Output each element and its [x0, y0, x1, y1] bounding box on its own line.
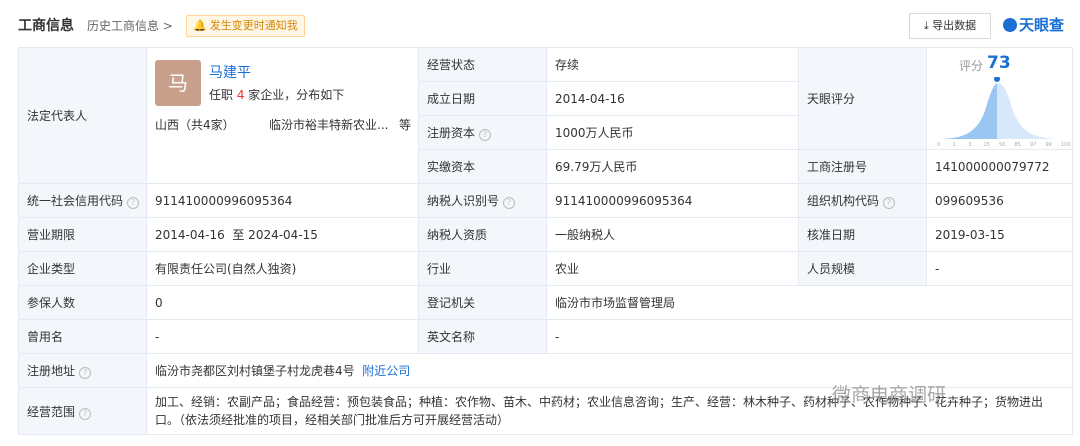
score-tick-label: 99 — [1046, 142, 1052, 147]
org-value: 099609536 — [926, 183, 1073, 218]
score-tick-label: 15 — [984, 142, 990, 147]
help-icon[interactable]: ? — [479, 129, 492, 141]
credit-label: 统一社会信用代码? — [18, 183, 147, 218]
export-button[interactable]: ⤓ 导出数据 — [909, 13, 991, 39]
authority-value: 临汾市市场监督管理局 — [546, 285, 1073, 320]
type-label: 企业类型 — [18, 251, 147, 286]
legal-label: 法定代表人 — [18, 47, 147, 184]
brand-logo: 天眼查 — [1003, 14, 1064, 35]
paid-label: 实缴资本 — [418, 149, 547, 184]
taxq-label: 纳税人资质 — [418, 217, 547, 252]
section-title: 工商信息 — [18, 18, 74, 34]
score-label: 评分 — [959, 58, 984, 73]
est-label: 成立日期 — [418, 81, 547, 116]
business-info-table: 法定代表人 马 马建平 任职 4 家企业，分布如下 山西（共4家） 临汾市裕丰特… — [18, 47, 1073, 435]
tax-value: 911410000996095364 — [546, 183, 799, 218]
score-cell: 评分 73 0 1 3 15 50 85 97 99 100 — [926, 47, 1073, 150]
en-value: - — [546, 319, 1073, 354]
nearby-link[interactable]: 附近公司 — [362, 364, 410, 378]
curve-area — [937, 82, 1063, 139]
legal-rep-name[interactable]: 马建平 — [209, 62, 251, 82]
help-icon[interactable]: ? — [127, 197, 140, 209]
score-value: 73 — [987, 52, 1011, 73]
authority-label: 登记机关 — [418, 285, 547, 320]
org-label: 组织机构代码? — [798, 183, 927, 218]
period-value: 2014-04-16 至 2024-04-15 — [146, 217, 419, 252]
industry-label: 行业 — [418, 251, 547, 286]
former-label: 曾用名 — [18, 319, 147, 354]
score-tick-label: 3 — [968, 142, 971, 147]
addr-label: 注册地址? — [18, 353, 147, 388]
score-tick-label: 100 — [1061, 142, 1071, 147]
legal-company[interactable]: 临汾市裕丰特新农业... — [269, 116, 388, 133]
en-label: 英文名称 — [418, 319, 547, 354]
staff-label: 人员规模 — [798, 251, 927, 286]
scope-label: 经营范围? — [18, 387, 147, 435]
legal-more[interactable]: 等 — [399, 116, 411, 133]
score-tick-label: 50 — [999, 142, 1005, 147]
reg-no-value: 141000000079772 — [926, 149, 1073, 184]
legal-rep-positions: 任职 4 家企业，分布如下 — [209, 87, 345, 102]
score-curve: 0 1 3 15 50 85 97 99 100 — [937, 76, 1071, 147]
credit-value: 911410000996095364 — [146, 183, 419, 218]
curve-highlight — [937, 82, 997, 139]
staff-value: - — [926, 251, 1073, 286]
history-link[interactable]: 历史工商信息 > — [87, 17, 173, 34]
tax-label: 纳税人识别号? — [418, 183, 547, 218]
insured-value: 0 — [146, 285, 419, 320]
taxq-value: 一般纳税人 — [546, 217, 799, 252]
status-label: 经营状态 — [418, 47, 547, 82]
reg-cap-label: 注册资本? — [418, 115, 547, 150]
insured-label: 参保人数 — [18, 285, 147, 320]
download-icon: ⤓ — [923, 19, 933, 32]
score-tick-label: 85 — [1015, 142, 1021, 147]
industry-value: 农业 — [546, 251, 799, 286]
score-ticks: 0 1 3 15 50 85 97 99 100 — [937, 142, 1071, 147]
approve-value: 2019-03-15 — [926, 217, 1073, 252]
approve-label: 核准日期 — [798, 217, 927, 252]
reg-cap-value: 1000万人民币 — [546, 115, 799, 150]
header: 工商信息 历史工商信息 > 🔔 发生变更时通知我 ⤓ 导出数据 天眼查 — [0, 0, 1080, 44]
help-icon[interactable]: ? — [79, 407, 92, 420]
avatar: 马 — [155, 59, 201, 106]
notify-button[interactable]: 🔔 发生变更时通知我 — [186, 15, 305, 37]
former-value: - — [146, 319, 419, 354]
type-value: 有限责任公司(自然人独资) — [146, 251, 419, 286]
legal-region[interactable]: 山西（共4家） — [155, 116, 235, 133]
period-label: 营业期限 — [18, 217, 147, 252]
help-icon[interactable]: ? — [79, 367, 92, 379]
score-tick-label: 0 — [937, 142, 940, 147]
status-value: 存续 — [546, 47, 799, 82]
help-icon[interactable]: ? — [503, 197, 516, 209]
legal-rep-cell: 马 马建平 任职 4 家企业，分布如下 山西（共4家） 临汾市裕丰特新农业...… — [148, 52, 418, 180]
score-tick-label: 97 — [1030, 142, 1036, 147]
logo-icon — [1003, 18, 1017, 32]
est-value: 2014-04-16 — [546, 81, 799, 116]
bell-icon: 🔔 — [193, 19, 207, 32]
watermark: 微商电商调研 — [832, 384, 947, 406]
score-tick-label: 1 — [953, 142, 956, 147]
score-marker — [994, 76, 1000, 82]
reg-no-label: 工商注册号 — [798, 149, 927, 184]
tyscore-label: 天眼评分 — [798, 47, 927, 150]
paid-value: 69.79万人民币 — [546, 149, 799, 184]
help-icon[interactable]: ? — [883, 197, 896, 209]
